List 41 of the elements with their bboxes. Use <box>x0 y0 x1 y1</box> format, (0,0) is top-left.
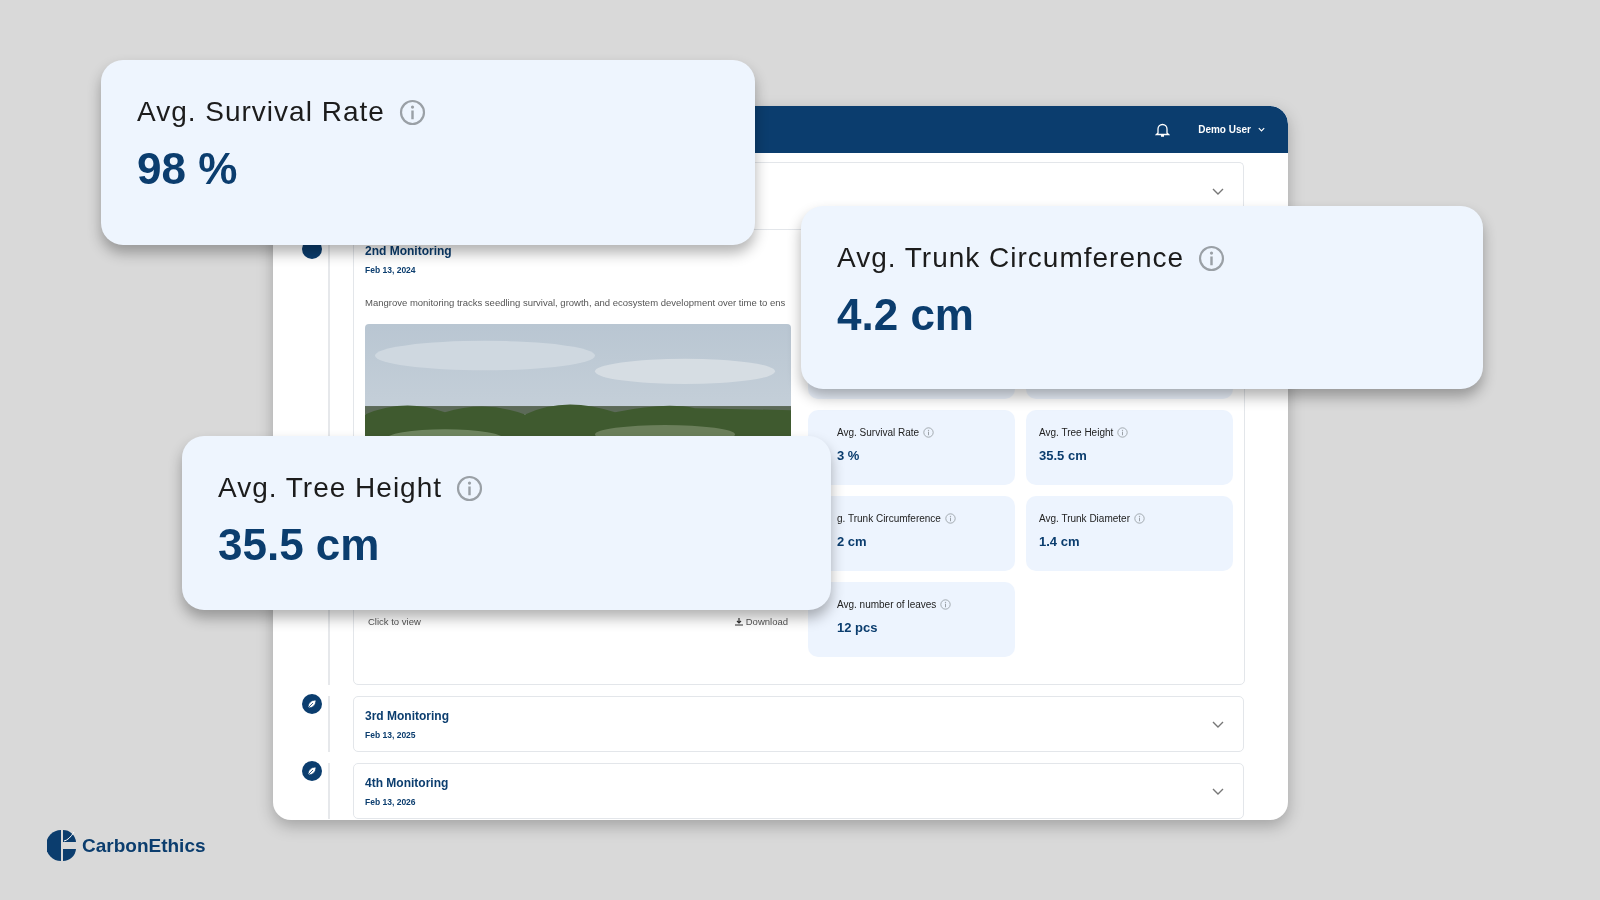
chevron-down-icon <box>1257 125 1266 134</box>
stat-label: Avg. number of leaves <box>837 599 937 610</box>
highlight-label: Avg. Tree Height <box>218 472 443 504</box>
monitoring-card[interactable]: 4th Monitoring Feb 13, 2026 <box>353 763 1244 819</box>
info-icon[interactable] <box>923 427 935 438</box>
bell-icon[interactable] <box>1155 121 1171 138</box>
monitoring-title: 3rd Monitoring <box>365 708 449 723</box>
download-link[interactable]: Download <box>734 616 788 627</box>
user-menu[interactable]: Demo User <box>1198 124 1266 135</box>
stat-value: 2 cm <box>837 534 868 549</box>
stat-value: 12 pcs <box>837 620 879 635</box>
info-icon[interactable] <box>1133 513 1145 524</box>
highlight-label: Avg. Survival Rate <box>137 96 385 128</box>
info-icon[interactable] <box>1198 244 1226 272</box>
monitoring-date: Feb 13, 2024 <box>365 265 416 275</box>
stat-label: g. Trunk Circumference <box>837 513 941 524</box>
stat-value: 35.5 cm <box>1039 448 1088 463</box>
stat-label: Avg. Tree Height <box>1039 427 1114 438</box>
description-text: Mangrove monitoring tracks seedling survival, growth, and ecosystem development over time to ens <box>365 297 787 308</box>
highlight-label: Avg. Trunk Circumference <box>837 242 1185 274</box>
monitoring-title: 4th Monitoring <box>365 775 449 790</box>
monitoring-title: 2nd Monitoring <box>365 244 452 258</box>
stat-value: 3 % <box>837 448 861 463</box>
stat-label: Avg. Trunk Diameter <box>1039 513 1130 524</box>
stat-label: Avg. Survival Rate <box>837 427 920 438</box>
info-icon[interactable] <box>944 513 956 524</box>
monitoring-date: Feb 13, 2026 <box>365 796 416 807</box>
highlight-value: 98 % <box>137 144 239 194</box>
monitoring-card[interactable]: 3rd Monitoring Feb 13, 2025 <box>353 696 1244 752</box>
monitoring-date: Feb 13, 2025 <box>365 729 416 740</box>
view-link[interactable]: Click to view <box>368 616 421 627</box>
brand-name: CarbonEthics <box>82 834 206 857</box>
info-icon[interactable] <box>1117 427 1129 438</box>
logo-icon <box>47 830 76 861</box>
highlight-value: 4.2 cm <box>837 290 975 340</box>
info-icon[interactable] <box>398 98 426 126</box>
stat-value: 1.4 cm <box>1039 534 1081 549</box>
highlight-value: 35.5 cm <box>218 520 381 570</box>
download-icon <box>734 617 743 626</box>
info-icon[interactable] <box>456 474 484 502</box>
info-icon[interactable] <box>940 599 952 610</box>
